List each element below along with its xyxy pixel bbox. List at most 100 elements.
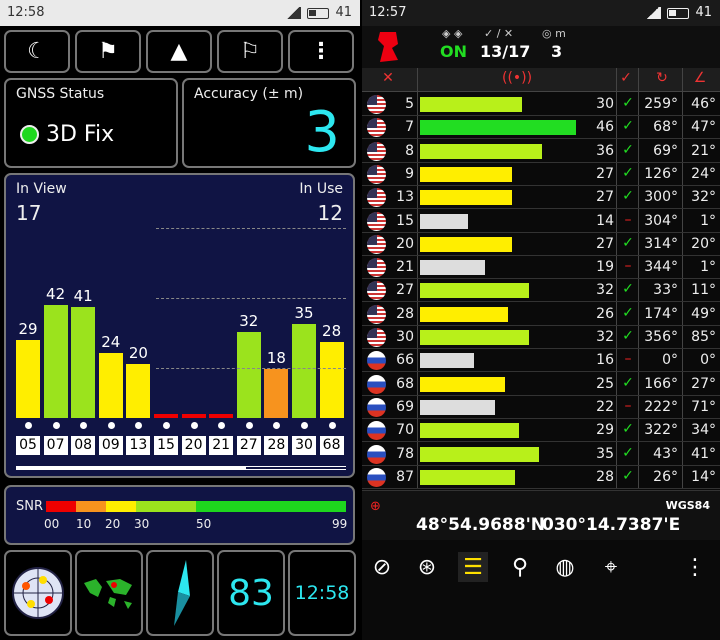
azimuth-cell: 259° [644,96,678,112]
signal-icon [285,7,302,19]
table-row[interactable]: 5 30 ✓ 259° 46° [362,93,720,116]
azimuth-cell: 304° [644,212,678,229]
radar-button[interactable] [4,550,72,636]
snr-cell: 28 [596,468,614,485]
world-map-button[interactable] [75,550,143,636]
status-bar: 12:58 41 [0,0,360,26]
signal-strength-bar [420,399,495,415]
sat-count-tile[interactable]: 83 [217,550,285,636]
table-row[interactable]: 8 36 ✓ 69° 21° [362,140,720,163]
walk-tab[interactable]: ⚲ [505,552,535,582]
snr-tick: 10 [76,517,92,531]
country-flag-icon [367,444,386,464]
prn-cell: 8 [405,142,414,159]
country-flag-icon [367,374,386,394]
snr-cell: 35 [596,445,614,462]
azimuth-cell: 43° [653,445,678,462]
snr-cell: 30 [596,96,614,112]
used-check-icon: ✓ [622,118,634,135]
snr-bar [319,342,344,418]
table-row[interactable]: 69 22–222° 71° [362,396,720,419]
table-row[interactable]: 7 46 ✓ 68° 47° [362,116,720,140]
table-row[interactable]: 20 27 ✓ 314° 20° [362,233,720,256]
satellite-id-label: 68 [319,436,344,455]
azimuth-cell: 0° [662,352,678,369]
table-row[interactable]: 30 32 ✓ 356° 85° [362,326,720,349]
gnss-status-panel: GNSS Status 3D Fix [4,78,178,168]
grid-line [156,368,346,369]
snr-cell: 25 [596,375,614,392]
azimuth-cell: 300° [644,189,678,206]
used-dot [301,422,308,429]
snr-label: SNR [16,499,44,514]
table-row[interactable]: 66 16– 0° 0° [362,349,720,373]
snr-bar [181,414,206,418]
moon-icon: ☾ [27,39,47,64]
app-logo-icon [378,32,398,62]
navigate-button[interactable]: ▲ [146,30,212,73]
snr-bar-label: 29 [18,319,38,338]
more-menu-button[interactable]: ⋮ [680,552,710,582]
satellite-chart-panel: In View 17 In Use 12 29 05 42 07 41 08 24 09 20 1… [4,173,355,478]
table-row[interactable]: 21 19–344° 1° [362,256,720,280]
used-dot [135,422,143,429]
world-tab[interactable]: ◍ [550,552,580,582]
snr-scale-panel: SNR 00 10 20 30 50 99 [4,485,355,545]
location-pin-icon: ⌖ [604,554,618,580]
grid-line [156,228,346,229]
scroll-track[interactable] [16,466,346,470]
radar-tab[interactable]: ⊛ [412,552,442,582]
location-tab[interactable]: ⌖ [596,552,626,582]
signal-strength-bar [420,330,529,345]
table-row[interactable]: 13 27 ✓ 300° 32° [362,186,720,210]
snr-bar-label: 42 [46,284,66,303]
prn-cell: 27 [396,282,414,299]
table-row[interactable]: 78 35 ✓ 43° 41° [362,443,720,466]
table-row[interactable]: 70 29 ✓ 322° 34° [362,419,720,443]
country-flag-icon [367,258,386,278]
azimuth-cell: 356° [644,329,678,345]
table-row[interactable]: 28 26 ✓ 174° 49° [362,303,720,326]
used-dot [218,422,226,429]
gps-status-app-screen: 12:57 41 ◈ ◈ ON ✓ / ✕ 13/17 ◎ m 3 ✕ ((•)… [362,0,720,640]
clock-tile[interactable]: 12:58 [288,550,356,636]
table-row[interactable]: 68 25 ✓ 166° 27° [362,373,720,396]
signal-strength-bar [420,446,539,462]
table-row[interactable]: 15 14–304° 1° [362,210,720,233]
used-check-icon: ✓ [622,188,634,205]
more-button[interactable]: ⋮ [288,30,354,73]
people-button[interactable]: ⚑ [75,30,141,73]
flags-button[interactable]: ⚐ [217,30,283,73]
country-flag-icon [367,234,386,254]
azimuth-cell: 26° [653,468,678,485]
globe-icon: ⊕ [370,499,381,514]
table-row[interactable]: 87 28 ✓ 26° 14° [362,466,720,489]
elevation-cell: 85° [691,329,716,345]
snr-tick: 20 [105,517,121,531]
elevation-cell: 34° [691,422,716,439]
compass-tab[interactable]: ⊘ [367,552,397,582]
table-row[interactable]: 9 27 ✓ 126° 24° [362,163,720,186]
prn-cell: 68 [396,375,414,392]
signal-bars-tab[interactable]: ☰ [458,552,488,582]
compass-button[interactable] [146,550,214,636]
prn-cell: 70 [396,422,414,439]
country-flag-icon [367,397,386,417]
table-row[interactable]: 27 32 ✓ 33° 11° [362,279,720,303]
satellite-id-label: 30 [292,436,316,455]
snr-bar [43,304,68,418]
grid-line [156,298,346,299]
used-dot [52,422,60,429]
satellite-column-icon: ✕ [382,70,394,86]
unused-dash-icon: – [624,351,632,368]
used-dot [190,422,198,429]
elevation-cell: 71° [691,398,716,415]
azimuth-cell: 314° [644,235,678,252]
azimuth-cell: 33° [653,282,678,299]
night-mode-button[interactable]: ☾ [4,30,70,73]
snr-cell: 14 [596,212,614,229]
satellite-id-label: 15 [154,436,178,455]
elevation-column-icon: ∠ [693,70,707,86]
snr-bar-label: 41 [73,287,93,306]
signal-strength-bar [420,213,468,229]
